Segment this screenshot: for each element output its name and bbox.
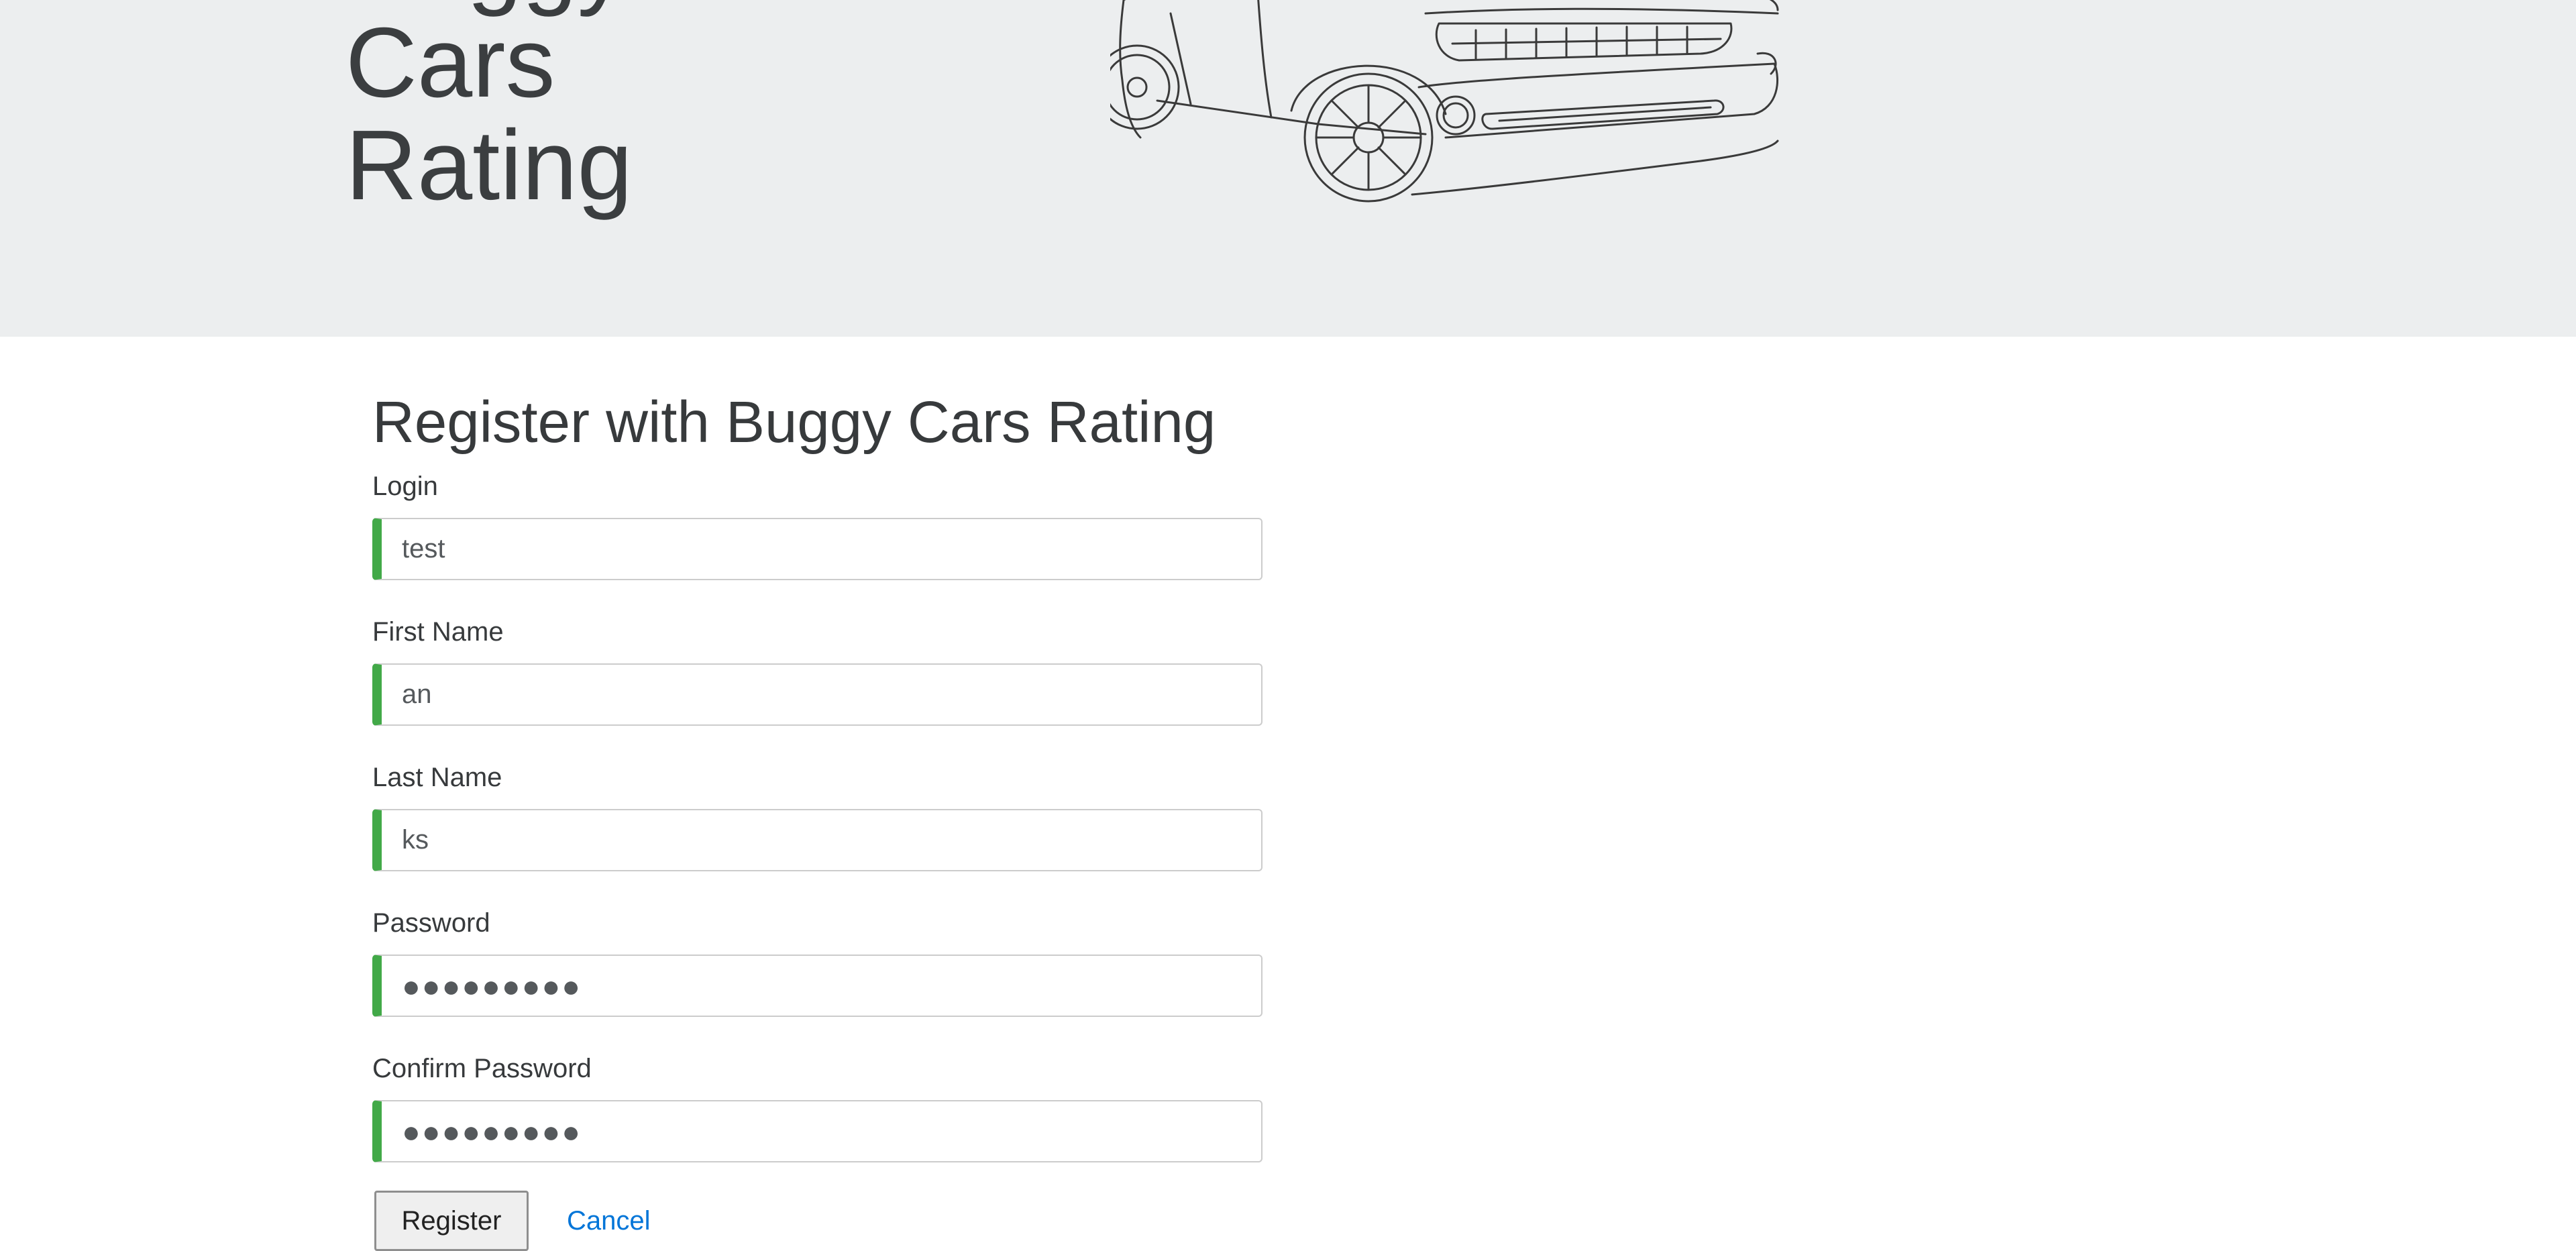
first-name-label: First Name [372,617,504,647]
brand-title-line-3[interactable]: Rating [345,116,633,215]
confirm-password-label: Confirm Password [372,1054,592,1083]
brand-title-line-2[interactable]: Cars [345,13,555,113]
login-input[interactable] [372,518,1263,580]
hero-banner: Buggy Cars Rating [0,0,2576,337]
cancel-link[interactable]: Cancel [567,1204,651,1238]
last-name-input[interactable] [372,809,1263,871]
password-label: Password [372,908,490,938]
login-label: Login [372,472,438,501]
last-name-label: Last Name [372,763,502,792]
first-name-input[interactable] [372,663,1263,726]
confirm-password-input[interactable] [372,1100,1263,1162]
page-title: Register with Buggy Cars Rating [372,390,1216,455]
password-input[interactable] [372,955,1263,1017]
car-illustration-icon [1110,0,1779,203]
register-button[interactable]: Register [374,1191,529,1251]
